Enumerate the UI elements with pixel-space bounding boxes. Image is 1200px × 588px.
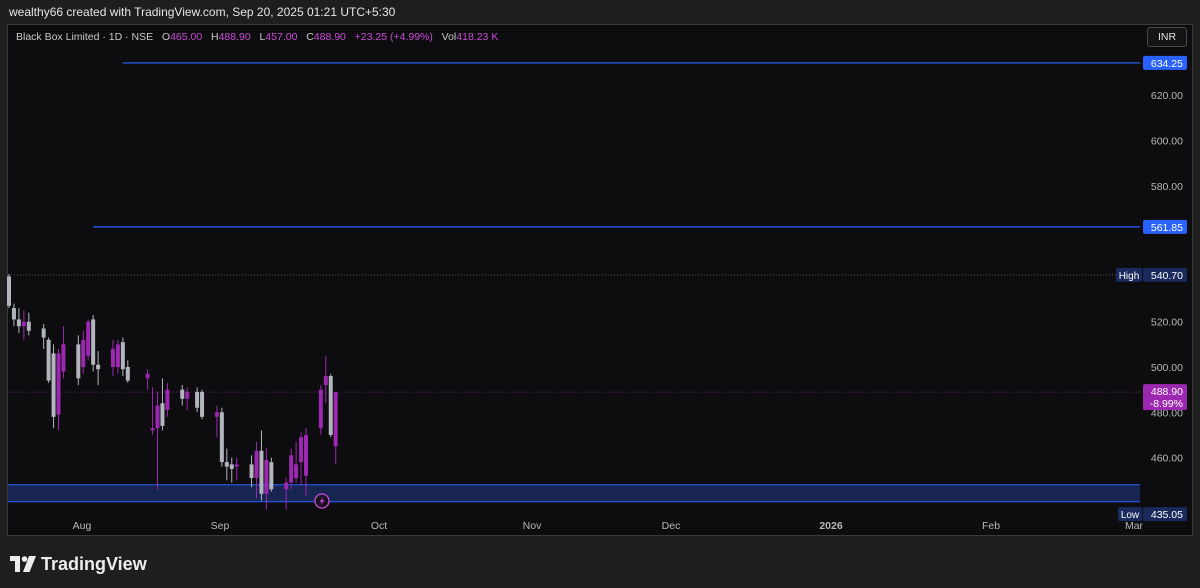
candle-body	[249, 464, 254, 478]
high-label: H	[210, 31, 219, 43]
candle-body	[299, 437, 304, 463]
last-price-change-text: -8.99%	[1150, 398, 1183, 410]
candle-body	[224, 462, 229, 467]
candle-body	[269, 462, 274, 490]
candle-body	[195, 391, 200, 408]
volume-label: Vol	[441, 31, 457, 43]
time-axis-label: Dec	[662, 520, 681, 532]
last-price-text: 488.90	[1151, 386, 1183, 398]
candle-body	[214, 412, 219, 417]
candle-body	[284, 482, 289, 490]
price-tick-label: 600.00	[1151, 136, 1183, 148]
low-value: 457.00	[265, 31, 298, 43]
time-axis-label: Mar	[1125, 520, 1144, 532]
candle-body	[76, 344, 81, 379]
candle-body	[21, 321, 26, 327]
candle-body	[323, 376, 328, 386]
candle-body	[294, 464, 299, 478]
open-label: O	[161, 31, 171, 43]
candle-body	[150, 428, 155, 431]
candle-body	[328, 376, 333, 435]
candle-body	[254, 450, 259, 478]
candle-body	[289, 455, 294, 483]
currency-button[interactable]: INR	[1147, 27, 1187, 47]
candle-body	[56, 353, 61, 415]
candle-body	[155, 405, 160, 429]
candle-body	[120, 342, 125, 370]
support-zone	[8, 484, 1140, 502]
candle-body	[160, 403, 165, 426]
open-value: 465.00	[170, 31, 203, 43]
brand-name: TradingView	[41, 554, 147, 574]
price-tick-label: 460.00	[1151, 453, 1183, 465]
candle-body	[304, 434, 308, 476]
candlestick-chart[interactable]: 620.00600.00580.00520.00500.00480.00460.…	[0, 0, 1200, 588]
ohlc-legend: Black Box Limited · 1D · NSE O465.00 H48…	[16, 30, 498, 44]
candle-body	[96, 364, 101, 370]
candle-body	[26, 321, 31, 331]
candle-body	[110, 348, 115, 367]
price-label-1-text: 634.25	[1151, 58, 1183, 70]
candle-body	[16, 319, 21, 327]
time-axis-label: Feb	[982, 520, 1000, 532]
tradingview-logo-icon	[10, 556, 36, 572]
candle-body	[318, 389, 323, 429]
candle-body	[165, 389, 170, 411]
time-axis-label: Sep	[211, 520, 230, 532]
candle-body	[91, 319, 96, 365]
close-label: C	[306, 31, 314, 43]
change-value: +23.25 (+4.99%)	[354, 31, 433, 43]
high-tag-text: High	[1119, 271, 1140, 282]
candle-body	[333, 392, 338, 447]
high-value: 488.90	[218, 31, 251, 43]
candle-body	[125, 367, 130, 381]
price-tick-label: 500.00	[1151, 362, 1183, 374]
volume-value: 418.23 K	[456, 31, 499, 43]
candle-body	[219, 412, 224, 463]
candle-body	[7, 276, 11, 306]
candle-body	[185, 391, 190, 399]
time-axis-label: 2026	[819, 520, 843, 532]
low-value-text: 435.05	[1151, 509, 1183, 521]
candle-body	[86, 321, 91, 356]
candle-body	[264, 459, 269, 494]
price-label-2-text: 561.85	[1151, 222, 1183, 234]
candle-body	[51, 353, 56, 417]
time-axis-label: Aug	[73, 520, 92, 532]
candle-body	[145, 373, 150, 379]
brand-footer[interactable]: TradingView	[10, 552, 147, 576]
time-axis-label: Oct	[371, 520, 387, 532]
candle-body	[11, 308, 16, 320]
candle-body	[180, 389, 185, 399]
candle-body	[234, 464, 239, 467]
time-axis-label: Nov	[523, 520, 542, 532]
price-tick-label: 580.00	[1151, 181, 1183, 193]
candle-body	[200, 391, 205, 417]
candle-body	[259, 450, 264, 494]
candle-body	[61, 344, 66, 372]
close-value: 488.90	[313, 31, 346, 43]
candle-body	[46, 339, 51, 381]
price-tick-label: 520.00	[1151, 317, 1183, 329]
candle-body	[229, 464, 234, 469]
symbol-label: Black Box Limited · 1D · NSE	[16, 31, 154, 43]
price-tick-label: 620.00	[1151, 90, 1183, 102]
high-value-text: 540.70	[1151, 270, 1183, 282]
candle-body	[81, 339, 86, 367]
candle-body	[115, 344, 120, 367]
candle-body	[41, 328, 46, 338]
